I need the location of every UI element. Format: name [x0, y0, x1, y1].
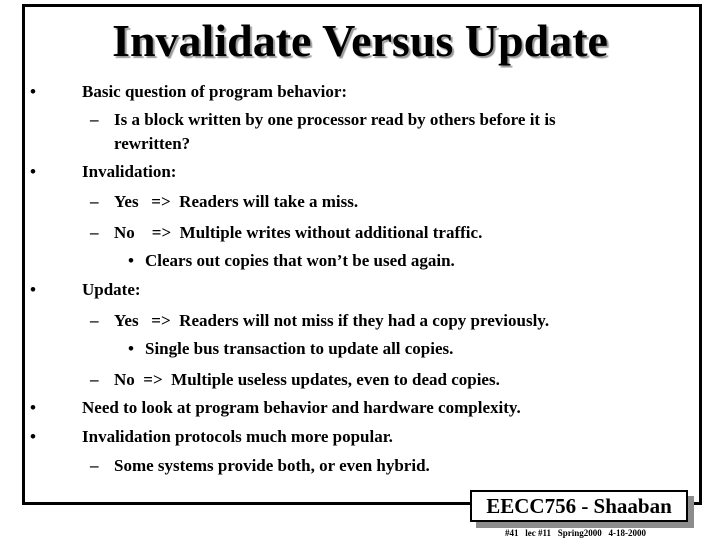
bullet-text: rewritten? — [114, 134, 191, 153]
bullet-text: Invalidation protocols much more popular… — [82, 427, 393, 446]
bullet-dot-icon: • — [30, 427, 36, 446]
bullet-text: Clears out copies that won’t be used aga… — [145, 251, 455, 270]
course-label-box: EECC756 - Shaaban — [470, 490, 688, 522]
bullet-dot-icon: • — [128, 339, 134, 358]
bullet-text: Yes => Readers will take a miss. — [114, 192, 359, 211]
bullet-dot-icon: • — [30, 280, 36, 299]
bullet-text: Invalidation: — [82, 162, 177, 181]
bullet-text: No => Multiple writes without additional… — [114, 223, 483, 242]
bullet-text: Some systems provide both, or even hybri… — [114, 456, 430, 475]
bullet-dot-icon: • — [30, 162, 36, 181]
course-label: EECC756 - Shaaban — [486, 494, 672, 518]
bullet-dash-icon: – — [90, 110, 99, 129]
bullet-text: Basic question of program behavior: — [82, 82, 348, 101]
bullet-dash-icon: – — [90, 456, 99, 475]
bullet-text: Yes => Readers will not miss if they had… — [114, 311, 550, 330]
bullet-text: Is a block written by one processor read… — [114, 110, 556, 129]
bullet-text: Single bus transaction to update all cop… — [145, 339, 454, 358]
bullet-text: No => Multiple useless updates, even to … — [114, 370, 500, 389]
bullet-dash-icon: – — [90, 192, 99, 211]
bullet-dot-icon: • — [30, 398, 36, 417]
bullet-dash-icon: – — [90, 223, 99, 242]
bullet-text: Update: — [82, 280, 141, 299]
bullet-dash-icon: – — [90, 311, 99, 330]
bullet-text: Need to look at program behavior and har… — [82, 398, 521, 417]
slide-info: #41 lec #11 Spring2000 4-18-2000 — [505, 528, 646, 538]
bullet-dash-icon: – — [90, 370, 99, 389]
bullet-dot-icon: • — [30, 82, 36, 101]
bullet-dot-icon: • — [128, 251, 134, 270]
slide-title: Invalidate Versus Update — [112, 15, 608, 66]
